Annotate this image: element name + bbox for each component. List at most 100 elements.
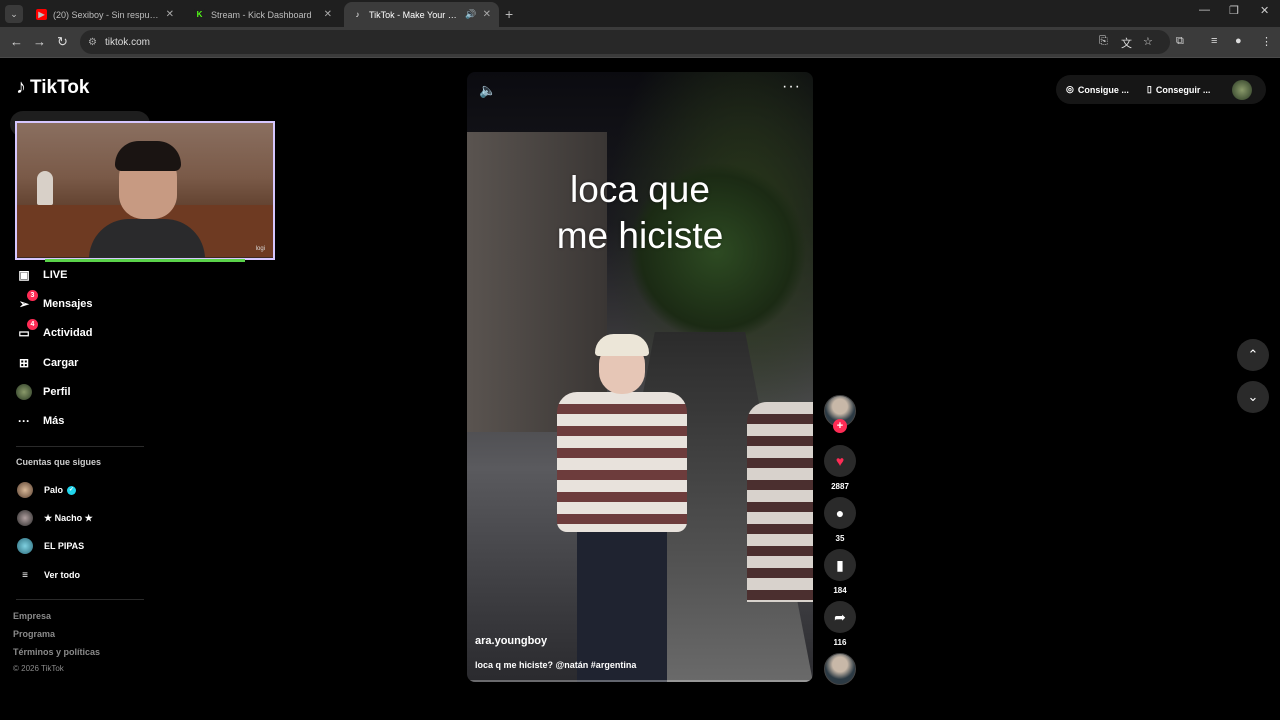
get-coins-button[interactable]: ◎ Consigue ...: [1066, 84, 1129, 95]
site-info-icon[interactable]: ⚙: [88, 37, 97, 48]
follow-plus-icon[interactable]: +: [833, 419, 847, 433]
sidebar-item-upload[interactable]: ⊞ Cargar: [16, 354, 79, 372]
video-scene-person: [547, 322, 697, 682]
following-item-palo[interactable]: Palo ✓: [17, 482, 77, 498]
speaker-icon[interactable]: 🔊: [465, 9, 476, 20]
notification-badge: 4: [27, 319, 38, 330]
sidebar-item-label: Perfil: [43, 386, 71, 398]
close-icon[interactable]: ✕: [483, 9, 491, 20]
following-item-el-pipas[interactable]: EL PIPAS: [17, 538, 84, 554]
tab-youtube[interactable]: ▶ (20) Sexiboy - Sin respuesta (Vi ✕: [28, 2, 182, 27]
profile-avatar-icon[interactable]: ●: [1235, 35, 1242, 47]
comment-icon: ●: [835, 505, 845, 521]
sidebar-item-label: Más: [43, 415, 65, 427]
media-control-icon[interactable]: ≡: [1211, 35, 1217, 47]
comment-button[interactable]: ●: [824, 497, 856, 529]
sidebar-item-more[interactable]: ··· Más: [16, 412, 64, 430]
close-icon[interactable]: ✕: [166, 9, 174, 20]
more-icon: ···: [18, 414, 30, 428]
following-item-nacho[interactable]: ★ Nacho ★: [17, 510, 93, 526]
extensions-icon[interactable]: ⧉: [1176, 35, 1184, 48]
coin-icon: ◎: [1066, 84, 1074, 94]
sidebar-item-live[interactable]: ▣ LIVE: [16, 266, 67, 284]
tab-kick[interactable]: K Stream - Kick Dashboard ✕: [186, 2, 340, 27]
toolbar-divider: [0, 57, 1280, 58]
like-button[interactable]: ♥: [824, 445, 856, 477]
new-tab-button[interactable]: +: [505, 6, 513, 22]
youtube-icon: ▶: [36, 9, 47, 20]
video-more-options-icon[interactable]: ···: [782, 78, 801, 96]
restore-icon[interactable]: ❐: [1229, 4, 1239, 17]
sound-disc-avatar[interactable]: [824, 653, 856, 685]
sidebar-divider: [16, 446, 144, 447]
see-all-label: Ver todo: [44, 570, 81, 580]
webcam-streamer-hair: [115, 141, 181, 171]
chevron-down-icon: ⌄: [1247, 389, 1259, 404]
video-player[interactable]: loca que me hiciste 🔈 ··· ara.youngboy l…: [467, 72, 813, 682]
footer-link-terms[interactable]: Términos y políticas: [13, 647, 100, 657]
tab-title: TikTok - Make Your Day: [369, 9, 462, 20]
sidebar-item-messages[interactable]: ➢ 3 Mensajes: [16, 290, 93, 313]
sidebar-item-label: Mensajes: [43, 298, 93, 310]
get-app-button[interactable]: ▯ Conseguir ...: [1147, 84, 1210, 95]
avatar: [17, 510, 33, 526]
video-description: loca q me hiciste? @natán #argentina: [475, 660, 637, 670]
minimize-icon[interactable]: —: [1199, 4, 1210, 16]
video-progress-bar[interactable]: [467, 680, 813, 682]
like-count: 2887: [831, 482, 849, 491]
back-icon[interactable]: ←: [10, 34, 23, 49]
video-person-shirt: [557, 392, 687, 532]
webcam-lamp: [37, 171, 53, 205]
avatar: [17, 482, 33, 498]
sidebar-item-label: LIVE: [43, 269, 68, 281]
footer-link-program[interactable]: Programa: [13, 629, 55, 639]
messages-icon: ➢ 3: [16, 290, 38, 312]
share-button[interactable]: ➦: [824, 601, 856, 633]
window-close-icon[interactable]: ✕: [1260, 4, 1269, 17]
see-all-following-link[interactable]: ≡ Ver todo: [17, 567, 80, 583]
top-right-actions: ◎ Consigue ... ▯ Conseguir ...: [1056, 75, 1266, 104]
close-icon[interactable]: ✕: [324, 9, 332, 20]
following-name: ★ Nacho ★: [44, 512, 93, 523]
share-count: 116: [833, 638, 847, 647]
kick-icon: K: [194, 9, 205, 20]
forward-icon[interactable]: →: [33, 34, 46, 49]
sidebar-item-profile[interactable]: Perfil: [16, 383, 71, 401]
sidebar-item-label: Cargar: [43, 357, 79, 369]
tab-search-dropdown[interactable]: ⌄: [5, 5, 23, 23]
video-author[interactable]: ara.youngboy: [475, 635, 547, 647]
sidebar-item-activity[interactable]: ▭ 4 Actividad: [16, 319, 93, 342]
share-icon: ➦: [834, 608, 846, 625]
video-scene-second-person: [747, 402, 813, 602]
browser-toolbar: ← → ↻ ⚙ tiktok.com ⎘ 文 ☆ ⧉ ≡ ● ⋮: [0, 27, 1280, 57]
save-count: 184: [833, 586, 847, 595]
address-bar[interactable]: ⚙ tiktok.com: [80, 30, 1170, 54]
user-avatar[interactable]: [1232, 79, 1252, 100]
url-text: tiktok.com: [104, 36, 150, 48]
next-video-button[interactable]: ⌄: [1237, 381, 1269, 413]
tab-tiktok[interactable]: ♪ TikTok - Make Your Day 🔊 ✕: [344, 2, 499, 27]
save-button[interactable]: ▮: [824, 549, 856, 581]
webcam-overlay: logi: [15, 121, 275, 260]
reload-icon[interactable]: ↻: [57, 34, 68, 50]
get-app-label: Conseguir ...: [1155, 84, 1211, 95]
footer-link-company[interactable]: Empresa: [13, 611, 51, 621]
webcam-streamer-body: [89, 219, 205, 258]
tiktok-logo[interactable]: ♪ TikTok: [16, 76, 89, 99]
sidebar-divider: [16, 599, 144, 600]
tiktok-icon: ♪: [355, 10, 360, 19]
bookmark-star-icon[interactable]: ☆: [1143, 35, 1153, 48]
avatar: [17, 538, 33, 554]
tab-title: Stream - Kick Dashboard: [211, 9, 312, 20]
translate-icon[interactable]: 文: [1121, 35, 1132, 51]
browser-menu-icon[interactable]: ⋮: [1261, 35, 1272, 48]
volume-icon[interactable]: 🔈: [479, 82, 496, 99]
live-icon: ▣: [18, 268, 30, 282]
profile-icon: [16, 384, 32, 400]
chevron-up-icon: ⌃: [1247, 347, 1259, 362]
previous-video-button[interactable]: ⌃: [1237, 339, 1269, 371]
install-app-icon[interactable]: ⎘: [1099, 35, 1108, 48]
phone-icon: ▯: [1146, 84, 1152, 94]
webcam-audio-meter: [45, 259, 245, 262]
sidebar-item-label: Actividad: [43, 327, 93, 339]
